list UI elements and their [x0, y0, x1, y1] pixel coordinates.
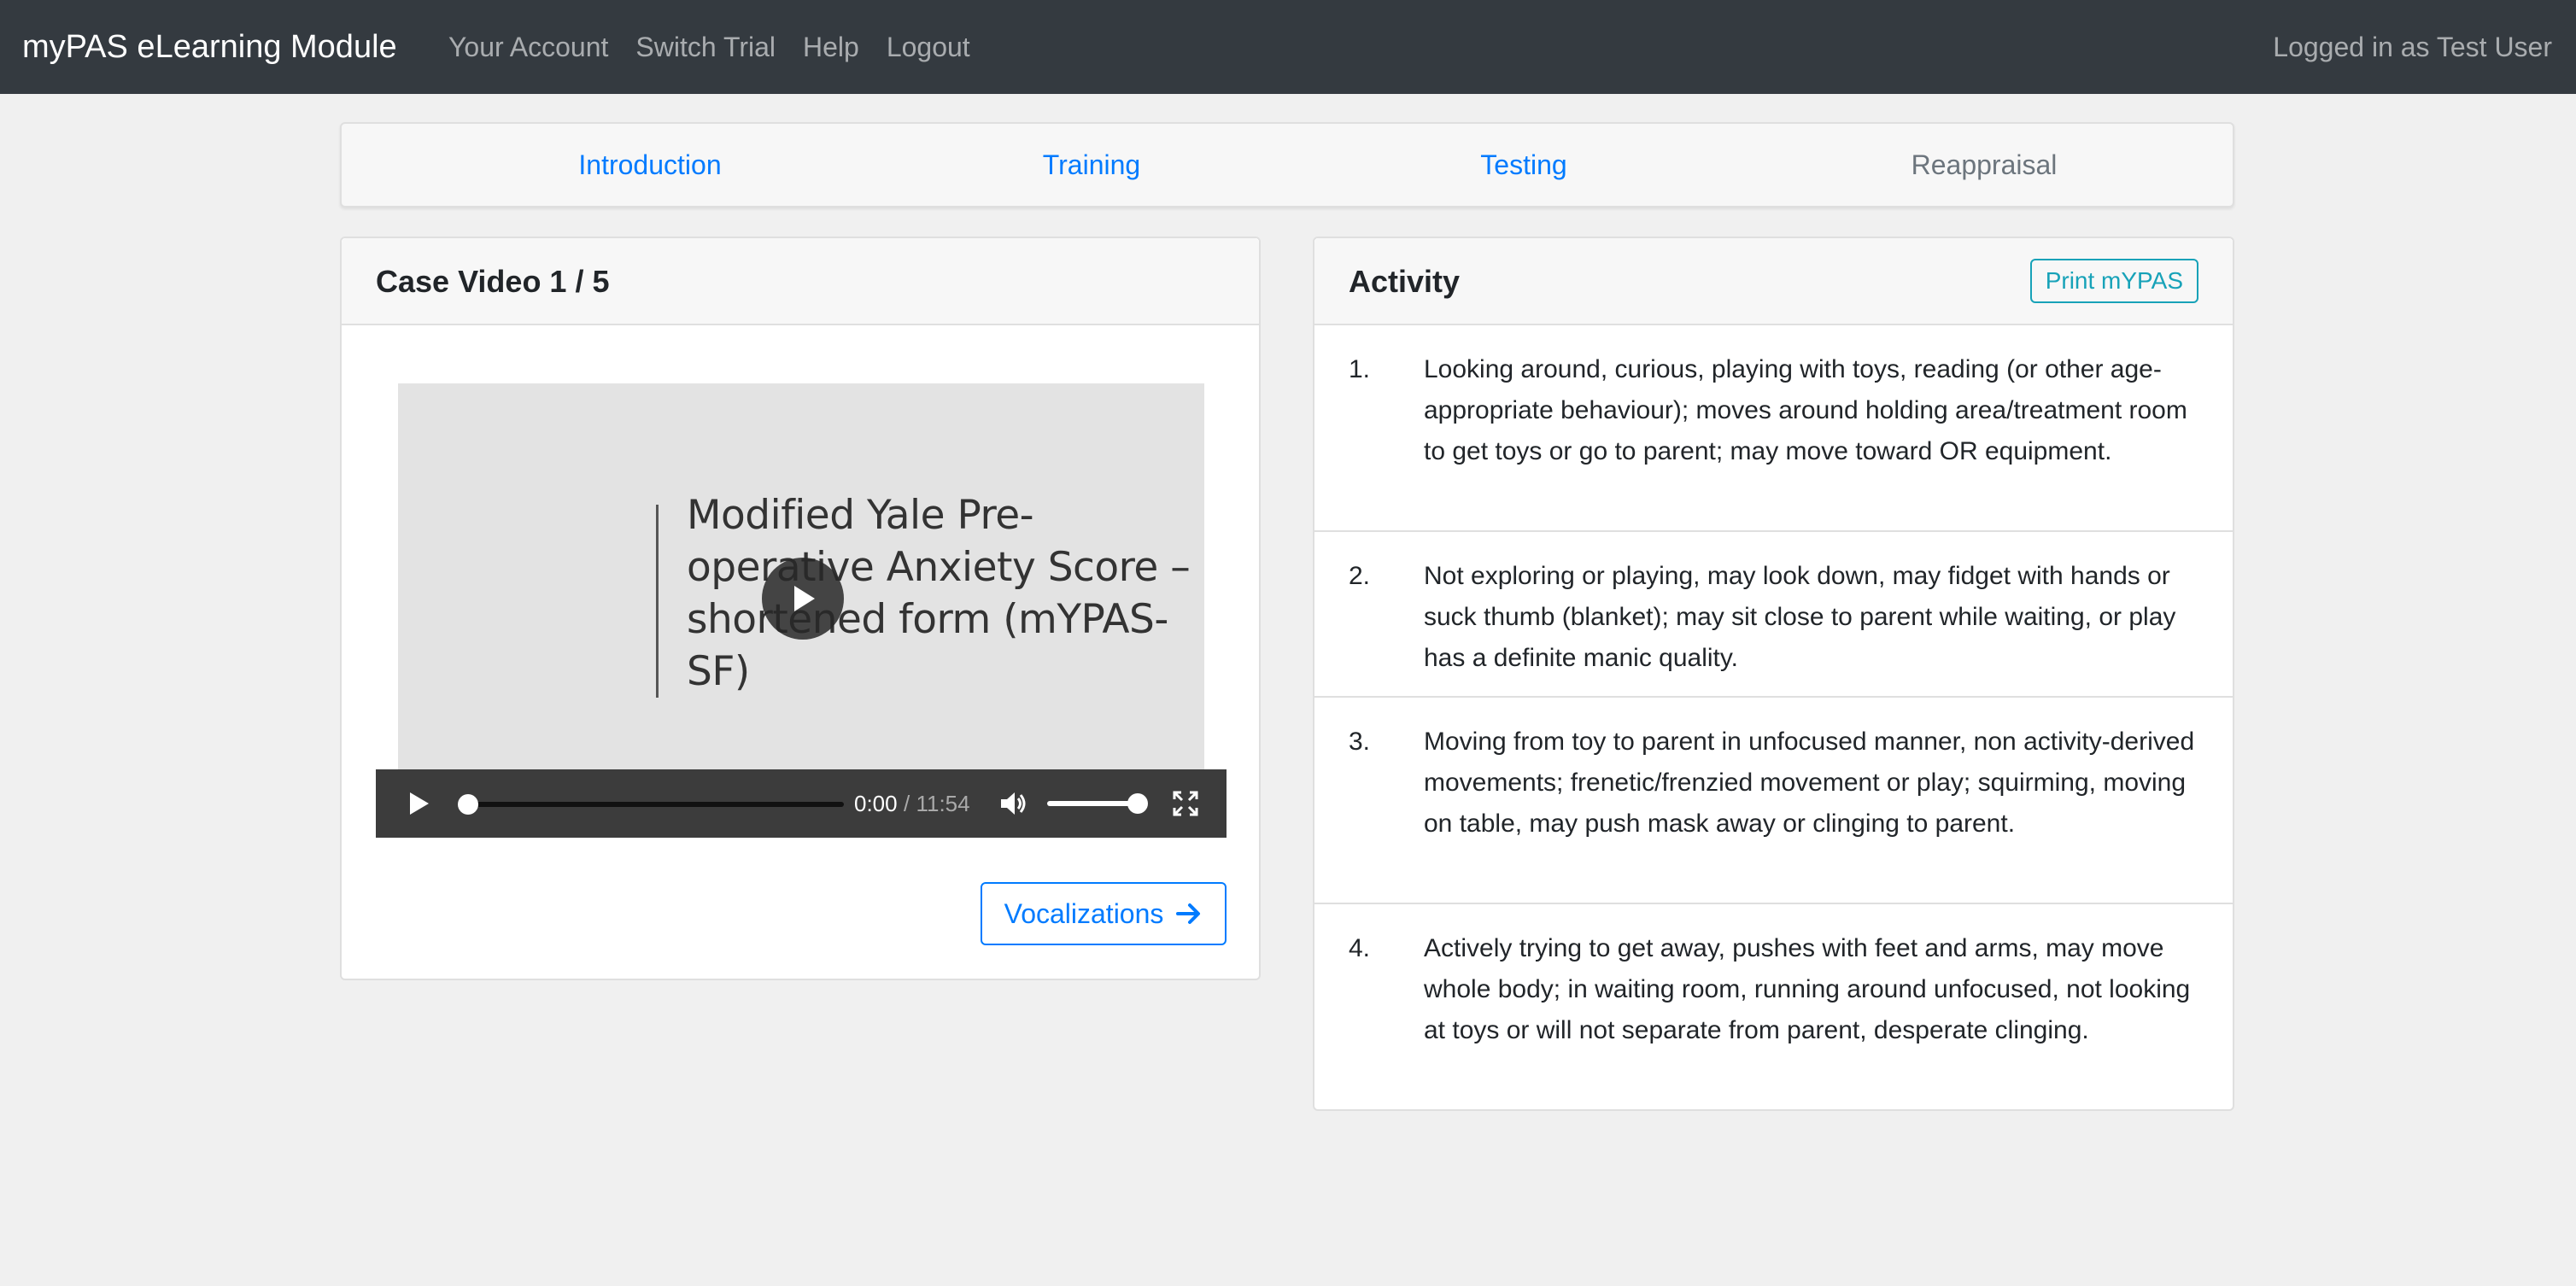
activity-item-text: Actively trying to get away, pushes with…	[1424, 934, 2191, 1044]
time-total: / 11:54	[904, 790, 970, 816]
fullscreen-icon[interactable]	[1172, 790, 1199, 817]
activity-item: 4. Actively trying to get away, pushes w…	[1314, 904, 2233, 1109]
progress-bar[interactable]	[468, 802, 844, 807]
activity-card-header: Activity Print mYPAS	[1314, 238, 2233, 325]
activity-item: 2. Not exploring or playing, may look do…	[1314, 532, 2233, 698]
volume-icon[interactable]	[998, 788, 1028, 819]
activity-item-number: 3.	[1349, 728, 1371, 756]
activity-item: 1. Looking around, curious, playing with…	[1314, 325, 2233, 532]
volume-handle[interactable]	[1127, 793, 1148, 814]
case-video-card: Case Video 1 / 5 Modified Yale Pre-opera…	[340, 237, 1261, 980]
vocalizations-button[interactable]: Vocalizations	[981, 882, 1227, 945]
nav-link-logout[interactable]: Logout	[887, 32, 970, 63]
activity-item-number: 2.	[1349, 562, 1371, 590]
activity-item-text: Not exploring or playing, may look down,…	[1424, 562, 2176, 672]
top-navbar: myPAS eLearning Module Your Account Swit…	[0, 0, 2576, 94]
print-mypas-button[interactable]: Print mYPAS	[2029, 259, 2198, 303]
play-overlay-icon	[794, 586, 815, 611]
activity-item-text: Moving from toy to parent in unfocused m…	[1424, 728, 2195, 838]
progress-handle[interactable]	[458, 794, 478, 815]
activity-item-text: Looking around, curious, playing with to…	[1424, 355, 2187, 465]
video-controls: 0:00 / 11:54	[376, 769, 1227, 838]
nav-link-your-account[interactable]: Your Account	[448, 32, 608, 63]
video-card-title: Case Video 1 / 5	[376, 264, 610, 299]
vocalizations-button-label: Vocalizations	[1004, 897, 1164, 929]
time-current: 0:00	[854, 790, 898, 816]
module-tabs: Introduction Training Testing Reappraisa…	[340, 122, 2234, 208]
activity-card: Activity Print mYPAS 1. Looking around, …	[1313, 237, 2234, 1111]
nav-link-switch-trial[interactable]: Switch Trial	[635, 32, 776, 63]
nav-links: Your Account Switch Trial Help Logout	[448, 0, 998, 94]
video-card-header: Case Video 1 / 5	[342, 238, 1259, 325]
tab-testing[interactable]: Testing	[1452, 124, 1595, 206]
nav-link-help[interactable]: Help	[803, 32, 859, 63]
arrow-right-icon	[1176, 903, 1201, 924]
activity-item-number: 4.	[1349, 934, 1371, 962]
activity-item-number: 1.	[1349, 355, 1371, 383]
tab-reappraisal[interactable]: Reappraisal	[1886, 124, 2082, 206]
slide-divider	[656, 505, 659, 698]
tab-introduction[interactable]: Introduction	[545, 124, 755, 206]
activity-card-title: Activity	[1349, 264, 1461, 299]
activity-item: 3. Moving from toy to parent in unfocuse…	[1314, 698, 2233, 904]
logged-in-status: Logged in as Test User	[2273, 31, 2552, 62]
tab-training[interactable]: Training	[1016, 124, 1167, 206]
brand-title[interactable]: myPAS eLearning Module	[22, 0, 397, 94]
big-play-button[interactable]	[762, 558, 844, 640]
play-icon[interactable]	[405, 790, 432, 817]
